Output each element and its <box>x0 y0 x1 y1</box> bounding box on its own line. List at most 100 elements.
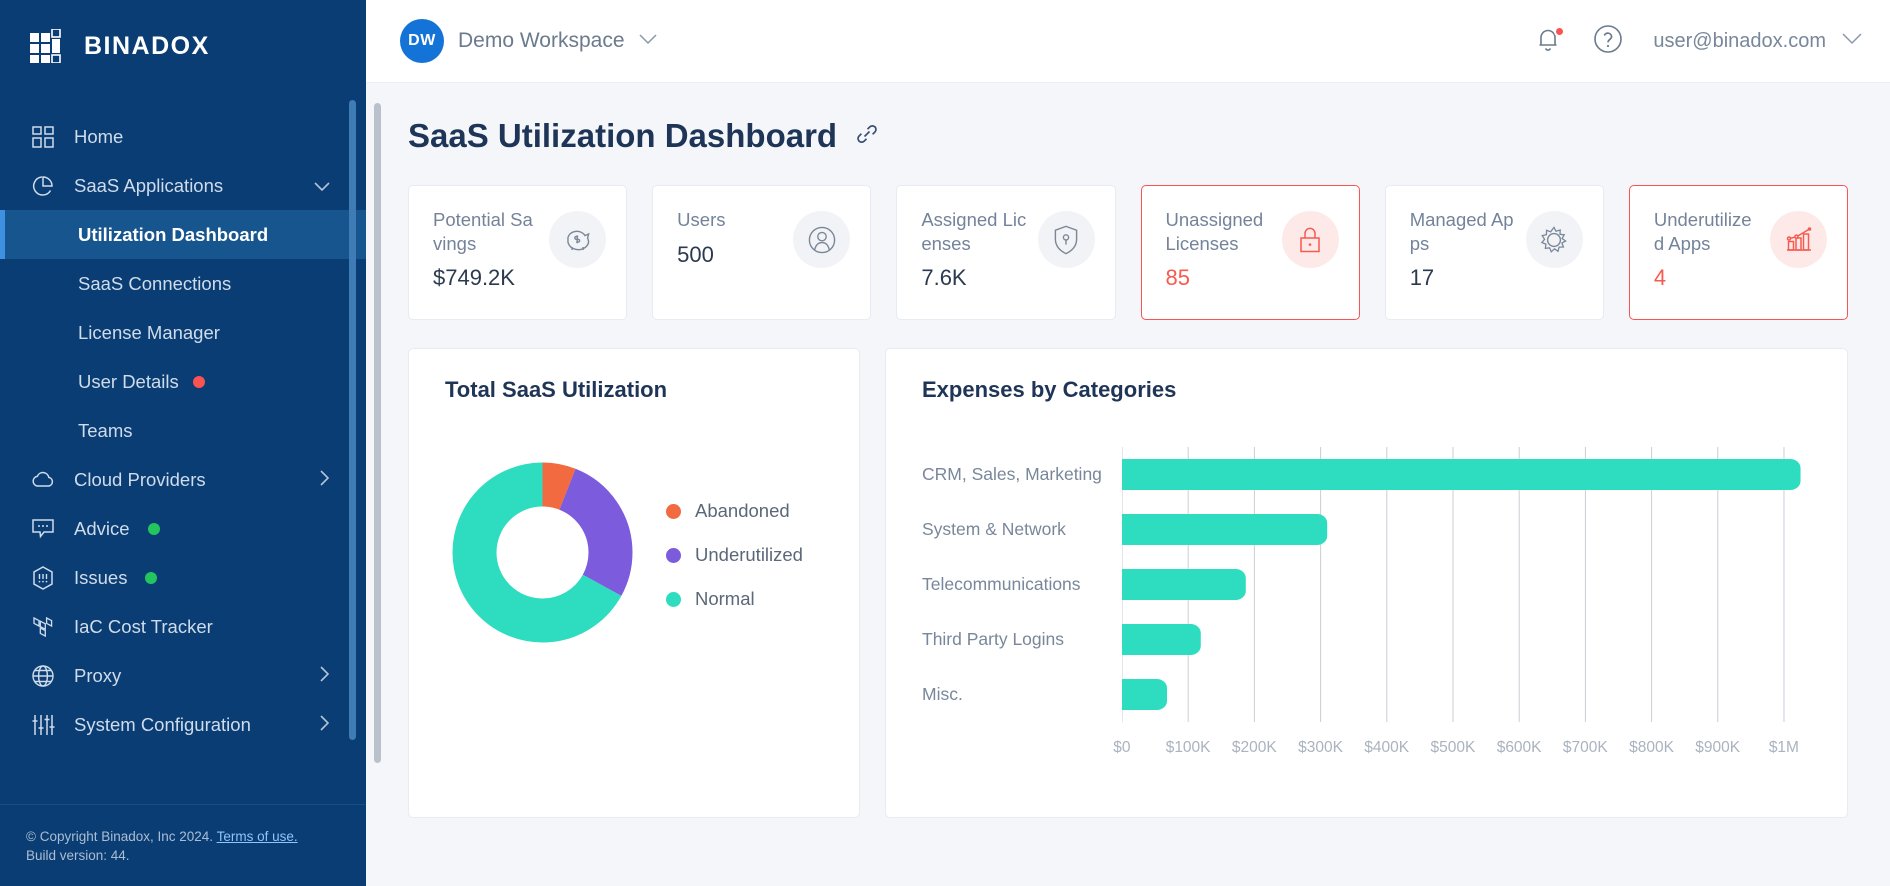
sidebar-item-teams[interactable]: Teams <box>0 406 366 455</box>
chevron-right-icon <box>320 714 330 736</box>
sidebar-nav: Home SaaS Applications Utilization Dashb… <box>0 92 366 804</box>
gear-icon <box>1525 211 1583 268</box>
sidebar-item-label: System Configuration <box>74 713 251 735</box>
bar-category-label: CRM, Sales, Marketing <box>922 464 1102 484</box>
bar[interactable] <box>1121 459 1801 490</box>
panel-title: Total SaaS Utilization <box>445 377 668 402</box>
sidebar-item-label: IaC Cost Tracker <box>74 615 213 637</box>
bar-category-label: System & Network <box>922 519 1066 539</box>
sidebar-item-utilization-dashboard[interactable]: Utilization Dashboard <box>0 210 366 259</box>
donut-chart[interactable] <box>445 455 640 655</box>
notifications-button[interactable] <box>1535 26 1566 58</box>
content-scrollbar[interactable] <box>374 103 381 763</box>
copyright-text: © Copyright Binadox, Inc 2024. <box>26 828 214 844</box>
legend-item-normal[interactable]: Normal <box>666 588 803 610</box>
sidebar-item-proxy[interactable]: Proxy <box>0 651 366 700</box>
sidebar-item-saas-applications[interactable]: SaaS Applications <box>0 161 366 210</box>
content-area: SaaS Utilization Dashboard Potential Sav… <box>366 83 1890 886</box>
bar-cap <box>1121 679 1134 710</box>
legend-label: Normal <box>695 588 755 609</box>
terms-of-use-link[interactable]: Terms of use. <box>217 829 298 844</box>
kpi-card-managed-apps[interactable]: Managed Apps 17 <box>1384 185 1604 320</box>
binadox-grid-logo-icon <box>30 29 68 63</box>
sidebar-item-label: SaaS Connections <box>78 272 232 294</box>
status-badge-red <box>192 375 205 388</box>
workspace-selector[interactable]: DW Demo Workspace <box>400 19 657 63</box>
kpi-value: 500 <box>677 241 714 267</box>
kpi-card-unassigned-licenses[interactable]: Unassigned Licenses 85 <box>1140 185 1360 320</box>
workspace-avatar: DW <box>400 19 444 63</box>
legend-label: Underutilized <box>695 544 803 565</box>
panel-total-saas-utilization: Total SaaS Utilization Abandoned Underut… <box>408 348 860 818</box>
kpi-label: Assigned Licenses <box>921 209 1027 254</box>
kpi-card-users[interactable]: Users 500 <box>652 185 872 320</box>
sidebar-item-label: SaaS Applications <box>74 174 224 196</box>
sidebar-item-label: User Details <box>78 370 179 392</box>
bar[interactable] <box>1121 514 1328 545</box>
sidebar-item-license-manager[interactable]: License Manager <box>0 308 366 357</box>
hexagon-alert-icon <box>30 565 56 591</box>
kpi-card-underutilized-apps[interactable]: Underutilized Apps 4 <box>1628 185 1849 320</box>
x-axis-tick-label: $400K <box>1364 739 1410 756</box>
legend-swatch <box>666 547 681 563</box>
help-button[interactable] <box>1593 24 1623 59</box>
build-version-text: Build version: 44. <box>26 848 130 864</box>
chevron-down-icon <box>638 32 657 50</box>
chevron-right-icon <box>320 469 330 491</box>
user-menu[interactable]: user@binadox.com <box>1653 30 1862 53</box>
legend-swatch <box>666 503 681 519</box>
sidebar-item-issues[interactable]: Issues <box>0 553 366 602</box>
app-root: BINADOX Home SaaS Applications Utilizati… <box>0 0 1890 886</box>
legend-item-abandoned[interactable]: Abandoned <box>666 500 803 522</box>
sidebar-scrollbar[interactable] <box>349 100 356 740</box>
bar-cap <box>1121 514 1134 545</box>
dashboard-grid-icon <box>30 124 56 150</box>
bar[interactable] <box>1121 569 1246 600</box>
sidebar-item-label: Teams <box>78 419 133 441</box>
brand-name: BINADOX <box>84 31 210 60</box>
cloud-icon <box>30 467 56 493</box>
sidebar-item-user-details[interactable]: User Details <box>0 357 366 406</box>
bar-chart-x-axis: $0 $100K $200K $300K $400K $500K $600K $700K $80… <box>1113 739 1817 759</box>
sidebar-item-cloud-providers[interactable]: Cloud Providers <box>0 455 366 504</box>
sidebar-item-label: Cloud Providers <box>74 468 206 490</box>
bar[interactable] <box>1121 624 1201 655</box>
donut-chart-area: Abandoned Underutilized Normal <box>445 455 829 655</box>
kpi-card-potential-savings[interactable]: Potential Savings $749.2K <box>408 185 628 320</box>
kpi-value: 17 <box>1409 265 1435 291</box>
kpi-value: 85 <box>1165 265 1190 291</box>
bar-chart-category-labels: CRM, Sales, Marketing System & Network T… <box>922 447 1122 759</box>
link-chain-icon[interactable] <box>855 122 879 151</box>
sidebar-item-advice[interactable]: Advice <box>0 504 366 553</box>
sidebar-item-label: License Manager <box>78 321 220 343</box>
terraform-icon <box>30 614 56 640</box>
brand[interactable]: BINADOX <box>0 0 366 92</box>
sidebar-item-system-configuration[interactable]: System Configuration <box>0 700 366 749</box>
sidebar-item-label: Issues <box>74 566 128 588</box>
bar-cap <box>1121 624 1134 655</box>
sidebar-item-saas-connections[interactable]: SaaS Connections <box>0 259 366 308</box>
x-axis-tick-label: $700K <box>1562 739 1608 756</box>
sidebar-item-label: Home <box>74 125 124 147</box>
user-icon <box>793 211 851 268</box>
user-email: user@binadox.com <box>1653 29 1826 52</box>
main-area: DW Demo Workspace user@binadox.com SaaS … <box>366 0 1890 886</box>
sidebar-item-label: Utilization Dashboard <box>78 223 269 245</box>
lock-icon <box>1281 211 1339 268</box>
page-title: SaaS Utilization Dashboard <box>408 117 838 154</box>
sidebar-item-iac-cost-tracker[interactable]: IaC Cost Tracker <box>0 602 366 651</box>
bar-category-label: Misc. <box>922 684 963 704</box>
bar-chart-svg[interactable] <box>1122 447 1817 722</box>
chevron-down-icon <box>1842 32 1862 50</box>
panels-row: Total SaaS Utilization Abandoned Underut… <box>408 348 1848 818</box>
legend-item-underutilized[interactable]: Underutilized <box>666 544 803 566</box>
kpi-card-assigned-licenses[interactable]: Assigned Licenses 7.6K <box>896 185 1116 320</box>
x-axis-tick-label: $1M <box>1768 739 1799 756</box>
legend-swatch <box>666 591 681 607</box>
bell-icon <box>1535 29 1561 58</box>
chevron-right-icon <box>320 665 330 687</box>
sidebar-item-home[interactable]: Home <box>0 112 366 161</box>
status-badge-green <box>147 522 160 535</box>
question-circle-icon <box>1593 24 1623 58</box>
kpi-label: Managed Apps <box>1409 209 1514 254</box>
